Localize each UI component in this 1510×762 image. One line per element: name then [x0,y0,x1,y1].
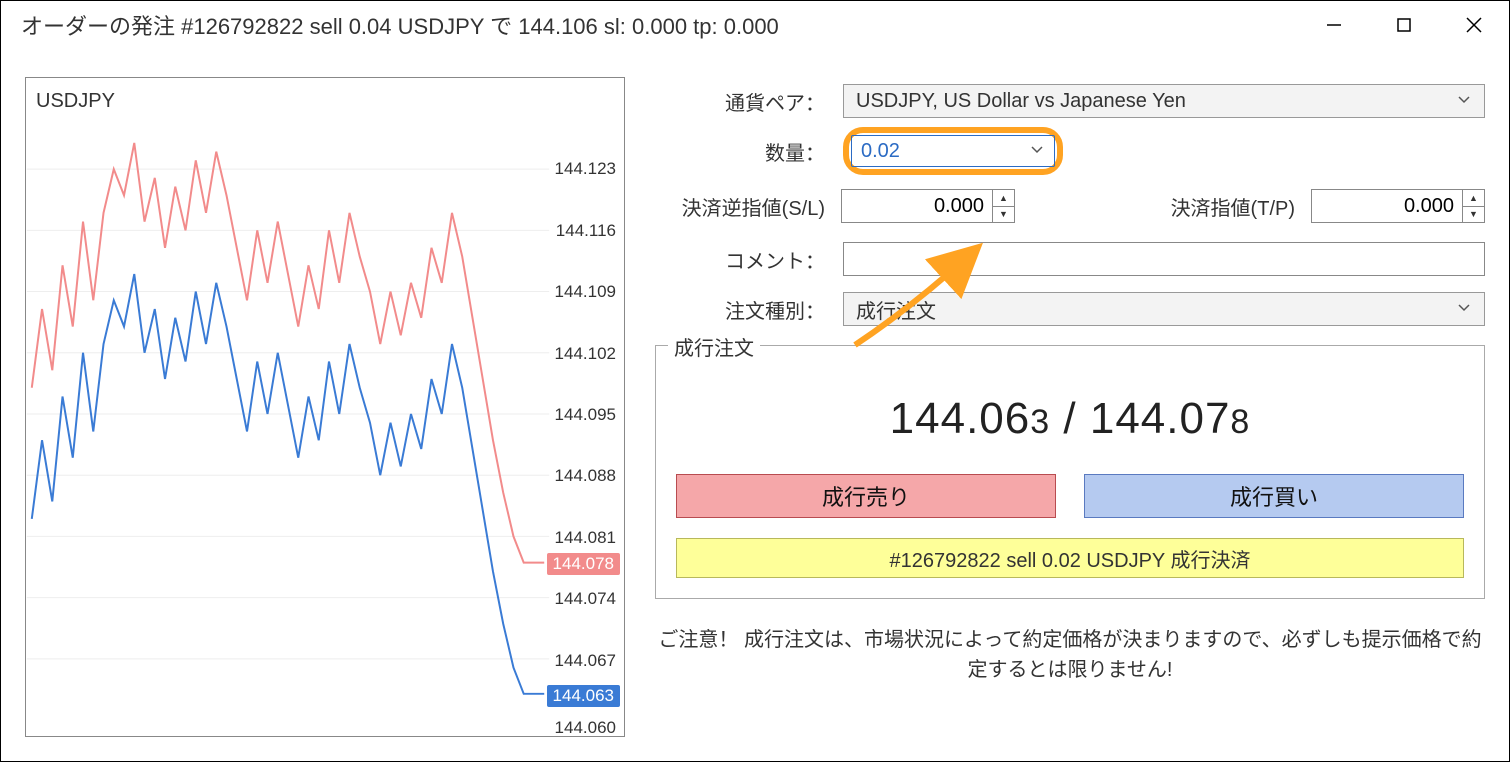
order-notice: ご注意！ 成行注文は、市場状況によって約定価格が決まりますので、必ずしも提示価格… [655,625,1485,685]
y-tick: 144.095 [555,405,616,425]
y-tick: 144.109 [555,282,616,302]
pair-value: USDJPY, US Dollar vs Japanese Yen [856,90,1186,113]
ordertype-value: 成行注文 [856,295,936,324]
ask-price-tag: 144.078 [547,553,620,575]
y-tick: 144.067 [555,651,616,671]
close-order-button[interactable]: #126792822 sell 0.02 USDJPY 成行決済 [676,538,1464,578]
tp-spinner[interactable]: ▲▼ [1462,190,1484,222]
ordertype-label: 注文種別： [655,295,825,324]
chevron-down-icon [1456,90,1472,113]
chevron-down-icon [1029,140,1045,163]
y-tick: 144.102 [555,344,616,364]
chart-canvas [26,78,550,736]
buy-button[interactable]: 成行買い [1084,474,1464,518]
volume-label: 数量： [655,137,825,166]
bid-ask-display: 144.063 / 144.078 [676,394,1464,444]
y-tick: 144.088 [555,466,616,486]
tp-label: 決済指値(T/P) [1171,192,1295,221]
order-form: 通貨ペア： USDJPY, US Dollar vs Japanese Yen … [655,77,1485,737]
titlebar: オーダーの発注 #126792822 sell 0.04 USDJPY で 14… [1,1,1509,49]
pair-label: 通貨ペア： [655,87,825,116]
comment-input[interactable] [843,242,1485,276]
minimize-button[interactable] [1299,1,1369,49]
tick-chart: USDJPY 144.123144.116144.109144.102144.0… [25,77,625,737]
sl-spinner[interactable]: ▲▼ [992,190,1014,222]
market-order-group: 成行注文 144.063 / 144.078 成行売り 成行買い #126792… [655,345,1485,599]
tp-input-wrap: ▲▼ [1311,189,1485,223]
order-window: オーダーの発注 #126792822 sell 0.04 USDJPY で 14… [0,0,1510,762]
market-order-title: 成行注文 [668,332,760,361]
chart-bottom-tick: 144.060 [555,718,616,738]
ordertype-select[interactable]: 成行注文 [843,292,1485,326]
comment-label: コメント： [655,245,825,274]
bid-price-tag: 144.063 [547,685,620,707]
close-button[interactable] [1439,1,1509,49]
tp-input[interactable] [1312,195,1462,218]
sl-label: 決済逆指値(S/L) [655,192,825,221]
y-tick: 144.116 [556,221,616,241]
sl-input[interactable] [842,195,992,218]
maximize-button[interactable] [1369,1,1439,49]
window-title: オーダーの発注 #126792822 sell 0.04 USDJPY で 14… [21,9,779,41]
chevron-down-icon [1456,298,1472,321]
sl-input-wrap: ▲▼ [841,189,1015,223]
y-tick: 144.081 [555,528,616,548]
y-tick: 144.123 [555,159,616,179]
volume-combo[interactable]: 0.02 [843,127,1063,175]
pair-select[interactable]: USDJPY, US Dollar vs Japanese Yen [843,84,1485,118]
volume-value: 0.02 [861,140,900,163]
y-tick: 144.074 [555,589,616,609]
sell-button[interactable]: 成行売り [676,474,1056,518]
